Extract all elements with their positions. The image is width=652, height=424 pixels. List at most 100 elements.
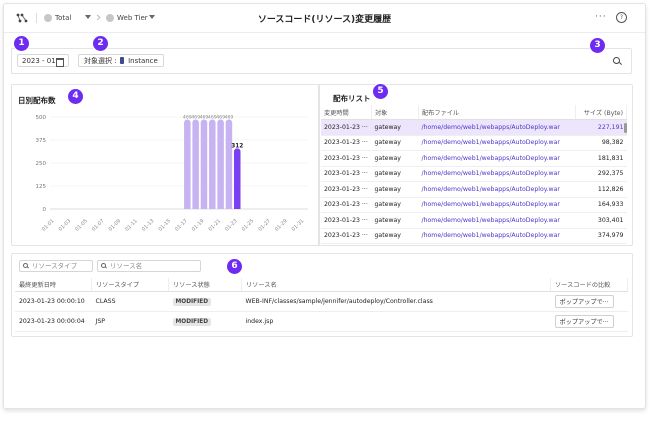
x-tick-label: 01-29 — [274, 218, 289, 233]
calendar-icon[interactable] — [56, 58, 64, 67]
step-badge-2: 2 — [93, 36, 108, 51]
compare-popup-button[interactable]: ポップアップで··· — [554, 295, 614, 308]
column-header[interactable]: ソースコードの比較 — [550, 278, 628, 292]
cell-file[interactable]: /home/demo/web1/webapps/AutoDeploy.war — [418, 135, 576, 151]
cell-time: 2023-01-23 ··· — [321, 150, 372, 167]
column-header[interactable]: リソース状態 — [168, 278, 242, 292]
y-tick-label: 250 — [36, 161, 47, 167]
month-picker[interactable]: 2023 - 01 — [17, 54, 69, 67]
x-tick-label: 01-03 — [58, 218, 73, 233]
search-icon — [23, 263, 28, 268]
chart-bar — [184, 122, 191, 209]
cell-file[interactable]: /home/demo/web1/webapps/AutoDeploy.war — [418, 119, 576, 136]
help-icon[interactable]: ? — [616, 12, 627, 23]
step-badge-4: 4 — [68, 89, 83, 104]
chart-bar — [217, 122, 224, 209]
cell-status: MODIFIED — [168, 291, 242, 312]
cell-size: 164,933 — [575, 197, 627, 213]
top-bar: Total Web Tier ソースコード(リソース)変更履歴 ··· ? — [4, 4, 645, 33]
cell-target: gateway — [371, 212, 419, 229]
month-value: 2023 - 01 — [22, 57, 56, 65]
column-header[interactable]: 配布ファイル — [418, 105, 576, 120]
table-row[interactable]: 2023-01-23 ··· gateway/home/demo/web1/web… — [321, 181, 627, 198]
data-label: 312 — [231, 144, 243, 150]
cell-time: 2023-01-23 ··· — [321, 212, 372, 229]
x-tick-label: 01-21 — [208, 218, 223, 233]
table-row[interactable]: 2023-01-23 ··· gateway/home/demo/web1/web… — [321, 197, 627, 213]
column-header[interactable]: リソース名 — [241, 278, 551, 292]
x-tick-label: 01-25 — [241, 218, 256, 233]
table-row[interactable]: 2023-01-23 00:00:04 JSP MODIFIED index.jsp ポ… — [15, 311, 628, 332]
table-header-row: 最終更新日時 リソースタイプ リソース状態 リソース名 ソースコードの比較 — [15, 278, 628, 292]
target-select-label: 対象選択 : — [84, 57, 117, 65]
column-header[interactable]: サイズ (Byte) — [575, 105, 627, 120]
table-row[interactable]: 2023-01-23 ··· gateway/home/demo/web1/web… — [321, 212, 627, 229]
table-row[interactable]: 2023-01-23 ··· gateway/home/demo/web1/web… — [321, 166, 627, 182]
compare-popup-button[interactable]: ポップアップで··· — [554, 315, 614, 328]
x-tick-label: 01-19 — [191, 218, 206, 233]
chart-bar — [234, 151, 241, 209]
resource-name-search[interactable]: リソース名 — [97, 260, 201, 272]
instance-icon — [119, 57, 124, 64]
cell-size: 181,831 — [575, 150, 627, 167]
x-tick-label: 01-05 — [74, 218, 89, 233]
cell-target: gateway — [371, 135, 419, 151]
cell-file[interactable]: /home/demo/web1/webapps/AutoDeploy.war — [418, 150, 576, 167]
step-badge-1: 1 — [14, 36, 29, 51]
cell-size: 227,191 — [575, 119, 627, 136]
cell-file[interactable]: /home/demo/web1/webapps/AutoDeploy.war — [418, 228, 576, 244]
table-row[interactable]: 2023-01-23 ··· gateway/home/demo/web1/web… — [321, 150, 627, 167]
cell-target: gateway — [371, 228, 419, 244]
table-row[interactable]: 2023-01-23 ··· gateway/home/demo/web1/web… — [321, 135, 627, 151]
x-tick-label: 01-09 — [108, 218, 123, 233]
column-header[interactable]: 変更時間 — [321, 105, 372, 120]
cell-name: index.jsp — [241, 311, 551, 332]
status-badge: MODIFIED — [172, 297, 212, 306]
cell-size: 303,401 — [575, 212, 627, 229]
column-header[interactable]: 最終更新日時 — [15, 278, 92, 292]
chart-bar — [225, 122, 233, 209]
column-header[interactable]: 対象 — [371, 105, 419, 120]
cell-size: 292,375 — [575, 166, 627, 182]
cell-target: gateway — [371, 150, 419, 167]
chart-bar — [209, 122, 216, 209]
search-icon[interactable] — [613, 57, 620, 64]
scrollbar-thumb[interactable] — [624, 123, 627, 133]
cell-file[interactable]: /home/demo/web1/webapps/AutoDeploy.war — [418, 197, 576, 213]
column-header[interactable]: リソースタイプ — [91, 278, 169, 292]
x-tick-label: 01-01 — [41, 218, 56, 233]
deploy-list-table: 変更時間 対象 配布ファイル サイズ (Byte) 2023-01-23 ···… — [321, 105, 627, 244]
cell-action: ポップアップで··· — [550, 311, 628, 332]
x-tick-label: 01-11 — [124, 218, 139, 233]
target-select-button[interactable]: 対象選択 : Instance — [78, 54, 164, 67]
step-badge-3: 3 — [590, 38, 605, 53]
cell-time: 2023-01-23 ··· — [321, 181, 372, 198]
deploy-panel-title: 配布リスト — [333, 94, 371, 103]
cell-status: MODIFIED — [168, 311, 242, 332]
cell-time: 2023-01-23 ··· — [321, 119, 372, 136]
cell-action: ポップアップで··· — [550, 291, 628, 312]
resource-type-placeholder: リソースタイプ — [32, 262, 78, 270]
more-icon[interactable]: ··· — [595, 12, 607, 22]
table-row[interactable]: 2023-01-23 ··· gateway/home/demo/web1/web… — [321, 119, 627, 136]
x-tick-label: 01-15 — [158, 218, 173, 233]
search-icon — [101, 263, 106, 268]
table-row[interactable]: 2023-01-23 00:00:10 CLASS MODIFIED WEB-INF/… — [15, 291, 628, 312]
y-tick-label: 500 — [36, 115, 47, 121]
resource-type-search[interactable]: リソースタイプ — [19, 260, 93, 272]
table-header-row: 変更時間 対象 配布ファイル サイズ (Byte) — [321, 105, 627, 120]
filter-bar: 2023 - 01 対象選択 : Instance — [11, 48, 632, 74]
cell-file[interactable]: /home/demo/web1/webapps/AutoDeploy.war — [418, 181, 576, 198]
x-tick-label: 01-13 — [141, 218, 156, 233]
data-label: 469 — [225, 115, 234, 121]
cell-file[interactable]: /home/demo/web1/webapps/AutoDeploy.war — [418, 166, 576, 182]
target-select-value: Instance — [128, 57, 158, 65]
status-badge: MODIFIED — [172, 317, 212, 326]
cell-file[interactable]: /home/demo/web1/webapps/AutoDeploy.war — [418, 212, 576, 229]
x-tick-label: 01-31 — [291, 218, 306, 233]
cell-target: gateway — [371, 181, 419, 198]
cell-time: 2023-01-23 ··· — [321, 135, 372, 151]
step-badge-6: 6 — [227, 259, 242, 274]
cell-time: 2023-01-23 ··· — [321, 197, 372, 213]
table-row[interactable]: 2023-01-23 ··· gateway/home/demo/web1/web… — [321, 228, 627, 244]
